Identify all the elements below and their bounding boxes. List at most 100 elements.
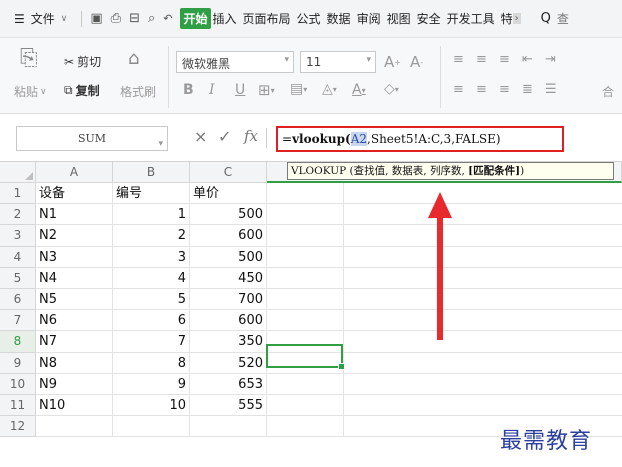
table-cell[interactable] [344, 225, 622, 247]
format-painter-icon[interactable]: ⌂ [128, 48, 139, 69]
row-header[interactable]: 8 [0, 331, 36, 353]
active-cell[interactable] [266, 344, 345, 370]
align-middle-icon[interactable]: ≡ [476, 52, 487, 67]
table-cell[interactable]: 9 [113, 373, 190, 395]
table-cell[interactable]: N3 [36, 246, 113, 268]
row-header[interactable]: 2 [0, 204, 36, 226]
tab-home[interactable]: 开始 [180, 8, 211, 29]
table-cell[interactable]: 350 [190, 331, 267, 353]
distributed-icon[interactable]: ☰ [545, 82, 557, 97]
row-header[interactable]: 6 [0, 289, 36, 311]
table-cell[interactable]: N7 [36, 331, 113, 353]
table-cell[interactable]: 500 [190, 204, 267, 226]
search-label[interactable]: 查 [557, 10, 569, 27]
table-cell[interactable] [267, 267, 344, 289]
column-header-c[interactable]: C [190, 162, 267, 183]
table-cell[interactable]: 600 [190, 310, 267, 332]
table-cell[interactable]: N8 [36, 352, 113, 374]
select-all-corner[interactable] [0, 162, 36, 183]
table-cell[interactable]: 编号 [113, 183, 190, 205]
table-cell[interactable] [344, 374, 622, 395]
font-color-icon[interactable]: A ▾ [352, 82, 366, 98]
tab-data[interactable]: 数据 [327, 10, 351, 27]
table-cell[interactable]: 设备 [36, 183, 113, 205]
row-header[interactable]: 11 [0, 395, 36, 417]
column-header-a[interactable]: A [36, 162, 113, 183]
align-right-icon[interactable]: ≡ [499, 82, 510, 97]
search-icon[interactable]: Q [541, 11, 551, 26]
table-cell[interactable]: 600 [190, 225, 267, 247]
eraser-icon[interactable]: ◇ ▾ [384, 81, 399, 97]
table-cell[interactable]: 5 [113, 289, 190, 311]
row-header[interactable]: 7 [0, 310, 36, 332]
tab-insert[interactable]: 插入 [213, 10, 237, 27]
table-cell[interactable] [267, 225, 344, 247]
table-cell[interactable] [267, 395, 344, 417]
table-cell[interactable] [344, 310, 622, 332]
row-header[interactable]: 3 [0, 225, 36, 247]
increase-font-icon[interactable]: A + [384, 53, 401, 71]
align-top-icon[interactable]: ≡ [453, 52, 464, 67]
table-cell[interactable]: 653 [190, 373, 267, 395]
row-header[interactable]: 1 [0, 183, 36, 205]
table-cell[interactable] [267, 289, 344, 311]
row-header[interactable]: 5 [0, 267, 36, 289]
hamburger-icon[interactable]: ☰ [14, 12, 25, 26]
row-header[interactable]: 4 [0, 246, 36, 268]
table-cell[interactable] [267, 246, 344, 268]
table-cell[interactable] [344, 204, 622, 226]
tab-special[interactable]: 特 [501, 10, 513, 27]
table-cell[interactable] [267, 183, 344, 205]
table-cell[interactable]: N2 [36, 225, 113, 247]
more-tabs-icon[interactable]: › [512, 13, 521, 24]
table-cell[interactable]: 1 [113, 204, 190, 226]
row-header[interactable]: 9 [0, 352, 36, 374]
undo-icon[interactable]: ↶ [163, 12, 172, 25]
row-header[interactable]: 10 [0, 373, 36, 395]
table-cell[interactable]: 2 [113, 225, 190, 247]
save-icon[interactable]: ▣ [90, 11, 102, 26]
indent-increase-icon[interactable]: ⇥ [545, 52, 556, 67]
table-cell[interactable]: N9 [36, 373, 113, 395]
name-box[interactable]: SUM ▾ [16, 126, 168, 151]
format-painter-button[interactable]: 格式刷 [120, 83, 156, 100]
row-header[interactable]: 12 [0, 416, 36, 438]
borders-icon[interactable]: ⊞ ▾ [258, 81, 275, 99]
print-preview-icon[interactable]: ⌕ [148, 11, 155, 26]
print-icon[interactable]: ⊟ [129, 11, 140, 26]
paste-icon[interactable]: ⎘ [20, 46, 38, 71]
table-cell[interactable]: 10 [113, 395, 190, 417]
table-cell[interactable]: N10 [36, 395, 113, 417]
table-cell[interactable]: 555 [190, 395, 267, 417]
indent-decrease-icon[interactable]: ⇤ [522, 52, 533, 67]
table-cell[interactable]: 450 [190, 267, 267, 289]
table-cell[interactable]: 700 [190, 289, 267, 311]
font-name-select[interactable]: 微软雅黑 ▾ [176, 51, 294, 73]
column-header-b[interactable]: B [113, 162, 190, 183]
table-cell[interactable] [267, 310, 344, 332]
tab-formulas[interactable]: 公式 [297, 10, 321, 27]
table-cell[interactable]: 6 [113, 310, 190, 332]
tab-review[interactable]: 审阅 [357, 10, 381, 27]
chevron-down-icon[interactable]: ▾ [158, 133, 163, 156]
table-cell[interactable] [36, 416, 113, 438]
formula-input[interactable]: =vlookup(A2,Sheet5!A:C,3,FALSE) [276, 126, 564, 152]
table-cell[interactable] [267, 373, 344, 395]
confirm-icon[interactable]: ✓ [218, 127, 231, 146]
merge-button[interactable]: 合 [602, 83, 614, 100]
tab-page-layout[interactable]: 页面布局 [243, 10, 291, 27]
italic-button[interactable]: I [209, 82, 215, 98]
table-cell[interactable]: 520 [190, 352, 267, 374]
insert-function-icon[interactable]: fx [244, 127, 258, 145]
table-cell[interactable] [344, 331, 622, 353]
file-menu[interactable]: 文件 [31, 10, 55, 27]
justify-icon[interactable]: ≣ [522, 82, 533, 97]
bold-button[interactable]: B [183, 82, 194, 98]
table-cell[interactable]: 3 [113, 246, 190, 268]
tab-view[interactable]: 视图 [387, 10, 411, 27]
fill-color-icon[interactable]: ▤ ▾ [290, 81, 307, 97]
underline-button[interactable]: U [235, 82, 245, 98]
table-cell[interactable] [344, 395, 622, 417]
cut-button[interactable]: ✂ 剪切 [64, 53, 101, 70]
font-size-select[interactable]: 11 ▾ [300, 51, 376, 73]
